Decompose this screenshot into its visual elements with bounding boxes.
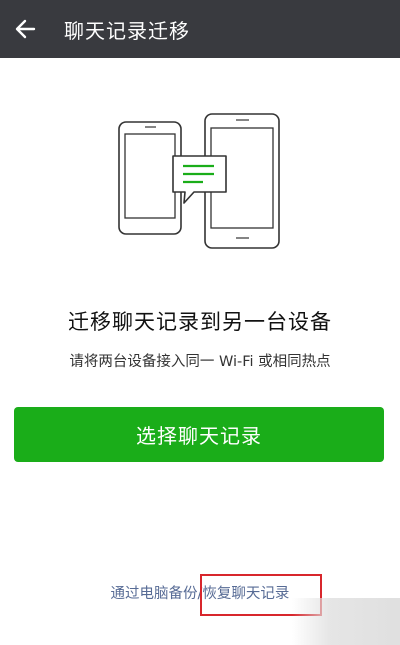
back-button[interactable] [0,0,50,58]
wifi-instruction-text: 请将两台设备接入同一 Wi-Fi 或相同热点 [69,354,331,370]
header-bar: 聊天记录迁移 [0,0,400,58]
select-chat-history-button[interactable]: 选择聊天记录 [14,407,384,462]
page-title: 聊天记录迁移 [64,18,190,43]
phones-transfer-icon [118,113,280,249]
migrate-heading: 迁移聊天记录到另一台设备 [68,310,332,334]
watermark [292,598,400,645]
arrow-left-icon [15,19,36,39]
